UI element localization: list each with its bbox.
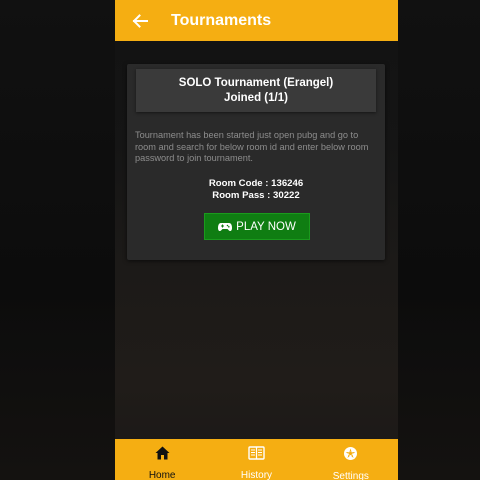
app-bar: Tournaments xyxy=(115,0,398,41)
nav-item-settings[interactable]: Settings xyxy=(304,439,398,480)
screen: Tournaments SOLO Tournament (Erangel) Jo… xyxy=(0,0,480,480)
joined-status: Joined (1/1) xyxy=(224,91,288,104)
history-icon xyxy=(248,446,265,465)
nav-label-history: History xyxy=(240,470,273,480)
nav-item-history[interactable]: History xyxy=(209,439,303,480)
tournament-card: SOLO Tournament (Erangel) Joined (1/1) T… xyxy=(127,64,385,260)
home-icon xyxy=(155,446,170,465)
room-pass: Room Pass : 30222 xyxy=(212,189,300,201)
phone-screen: Tournaments SOLO Tournament (Erangel) Jo… xyxy=(115,0,398,480)
tournament-description: Tournament has been started just open pu… xyxy=(135,130,369,163)
room-code: Room Code : 136246 xyxy=(208,178,304,189)
nav-label-settings: Settings xyxy=(332,471,369,480)
background-left xyxy=(0,0,115,480)
tournament-title: SOLO Tournament (Erangel) xyxy=(178,76,334,89)
settings-icon xyxy=(343,446,358,466)
bottom-nav: Home History Settings xyxy=(115,439,398,480)
room-info: Room Code : 136246 Room Pass : 30222 xyxy=(127,178,385,201)
play-now-label: PLAY NOW xyxy=(236,220,296,233)
card-header: SOLO Tournament (Erangel) Joined (1/1) xyxy=(136,69,376,112)
arrow-left-icon[interactable] xyxy=(115,0,165,41)
play-now-button[interactable]: PLAY NOW xyxy=(204,213,310,240)
gamepad-icon xyxy=(218,222,233,232)
background-right xyxy=(398,0,480,480)
nav-item-home[interactable]: Home xyxy=(115,439,209,480)
page-title: Tournaments xyxy=(171,11,272,29)
nav-label-home: Home xyxy=(148,470,176,480)
